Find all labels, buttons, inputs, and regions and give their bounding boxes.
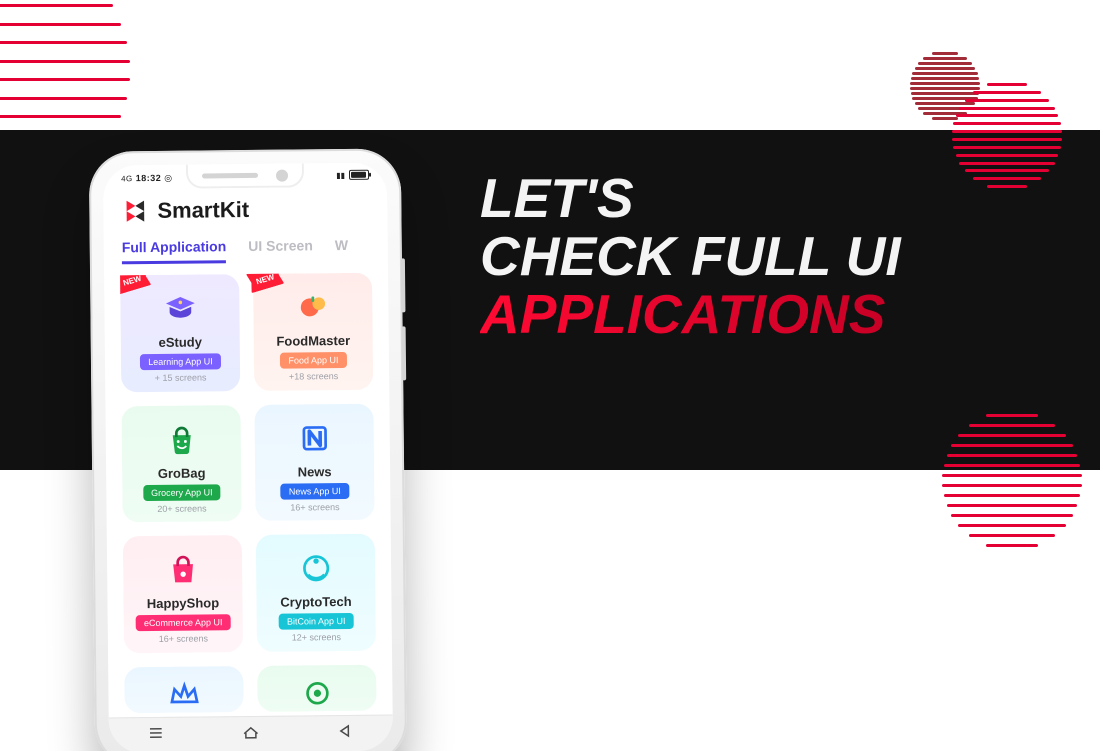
nav-home-icon[interactable] bbox=[241, 722, 261, 747]
card-title: GroBag bbox=[158, 465, 206, 480]
card-subtitle: 12+ screens bbox=[292, 632, 341, 643]
grad-cap-icon bbox=[160, 288, 200, 328]
phone-mockup: 4G 18:32 ◎ ▮▮ SmartKit Full Application … bbox=[89, 148, 407, 751]
card-tag: Food App UI bbox=[280, 352, 346, 369]
app-card-foodmaster[interactable]: NEWFoodMasterFood App UI+18 screens bbox=[253, 273, 373, 391]
card-tag: News App UI bbox=[281, 482, 349, 499]
card-title: FoodMaster bbox=[276, 333, 350, 349]
app-card-cryptotech[interactable]: CryptoTech BitCoin App UI 12+ screens bbox=[256, 534, 376, 652]
card-title: eStudy bbox=[159, 334, 202, 349]
card-title: News bbox=[298, 464, 332, 479]
nav-recent-icon[interactable] bbox=[146, 723, 166, 748]
card-subtitle: +18 screens bbox=[289, 371, 338, 382]
card-tag: eCommerce App UI bbox=[136, 614, 231, 631]
smartkit-logo-icon bbox=[121, 197, 149, 225]
tab-ui-screen[interactable]: UI Screen bbox=[248, 237, 313, 263]
bag-icon bbox=[161, 419, 201, 459]
decor-stripe-circle-tr-small bbox=[910, 50, 980, 120]
card-subtitle: + 15 screens bbox=[155, 372, 207, 383]
food-icon bbox=[293, 287, 333, 327]
card-tag: Learning App UI bbox=[140, 353, 221, 370]
headline-line2: CHECK FULL UI bbox=[480, 228, 1060, 286]
card-title: CryptoTech bbox=[280, 594, 351, 610]
app-card-grobag[interactable]: GroBag Grocery App UI 20+ screens bbox=[121, 405, 241, 523]
card-tag: Grocery App UI bbox=[143, 484, 221, 501]
card-subtitle: 20+ screens bbox=[157, 503, 206, 514]
app-card-estudy[interactable]: NEW eStudy Learning App UI + 15 screens bbox=[120, 274, 240, 392]
card-tag: BitCoin App UI bbox=[279, 613, 354, 630]
headline-line1: LET'S bbox=[480, 170, 1060, 228]
headline-line3: APPLICATIONS bbox=[480, 286, 1060, 344]
crypto-icon bbox=[295, 548, 335, 588]
app-card-news[interactable]: News News App UI 16+ screens bbox=[254, 403, 374, 521]
crown-icon bbox=[164, 676, 204, 712]
app-card-peek[interactable] bbox=[124, 666, 243, 713]
circle-icon bbox=[297, 675, 337, 711]
app-card-happyshop[interactable]: HappyShop eCommerce App UI 16+ screens bbox=[123, 535, 243, 653]
app-title: SmartKit bbox=[157, 197, 249, 224]
tab-w[interactable]: W bbox=[335, 237, 348, 262]
new-badge: NEW bbox=[246, 273, 284, 294]
app-card-grid: NEW eStudy Learning App UI + 15 screens NEW F… bbox=[120, 273, 377, 714]
nav-back-icon[interactable] bbox=[335, 721, 355, 746]
app-card-peek[interactable] bbox=[257, 664, 376, 711]
new-badge: NEW bbox=[120, 273, 151, 295]
tab-bar: Full Application UI Screen W bbox=[122, 237, 388, 265]
shop-bag-icon bbox=[162, 549, 202, 589]
tab-full-application[interactable]: Full Application bbox=[122, 238, 227, 264]
letter-n-icon bbox=[294, 418, 334, 458]
card-title: HappyShop bbox=[147, 595, 219, 611]
android-nav-bar bbox=[109, 714, 393, 751]
hero-headline: LET'S CHECK FULL UI APPLICATIONS bbox=[480, 170, 1060, 343]
card-subtitle: 16+ screens bbox=[159, 633, 208, 644]
card-subtitle: 16+ screens bbox=[290, 502, 339, 513]
